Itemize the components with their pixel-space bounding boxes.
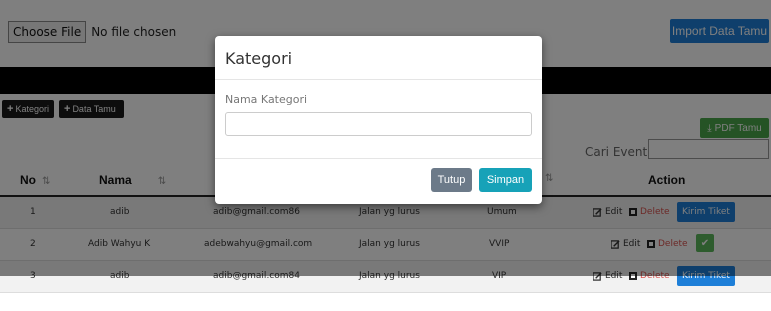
page: Choose File No file chosen Import Data T… [0, 0, 771, 311]
nama-kategori-label: Nama Kategori [225, 93, 308, 106]
simpan-button[interactable]: Simpan [479, 168, 532, 192]
kategori-modal: Kategori Nama Kategori Tutup Simpan [215, 36, 542, 204]
modal-header-divider [215, 79, 542, 80]
nama-kategori-input[interactable] [225, 112, 532, 136]
modal-footer-divider [215, 158, 542, 159]
tutup-button[interactable]: Tutup [431, 168, 472, 192]
modal-title: Kategori [225, 49, 293, 68]
